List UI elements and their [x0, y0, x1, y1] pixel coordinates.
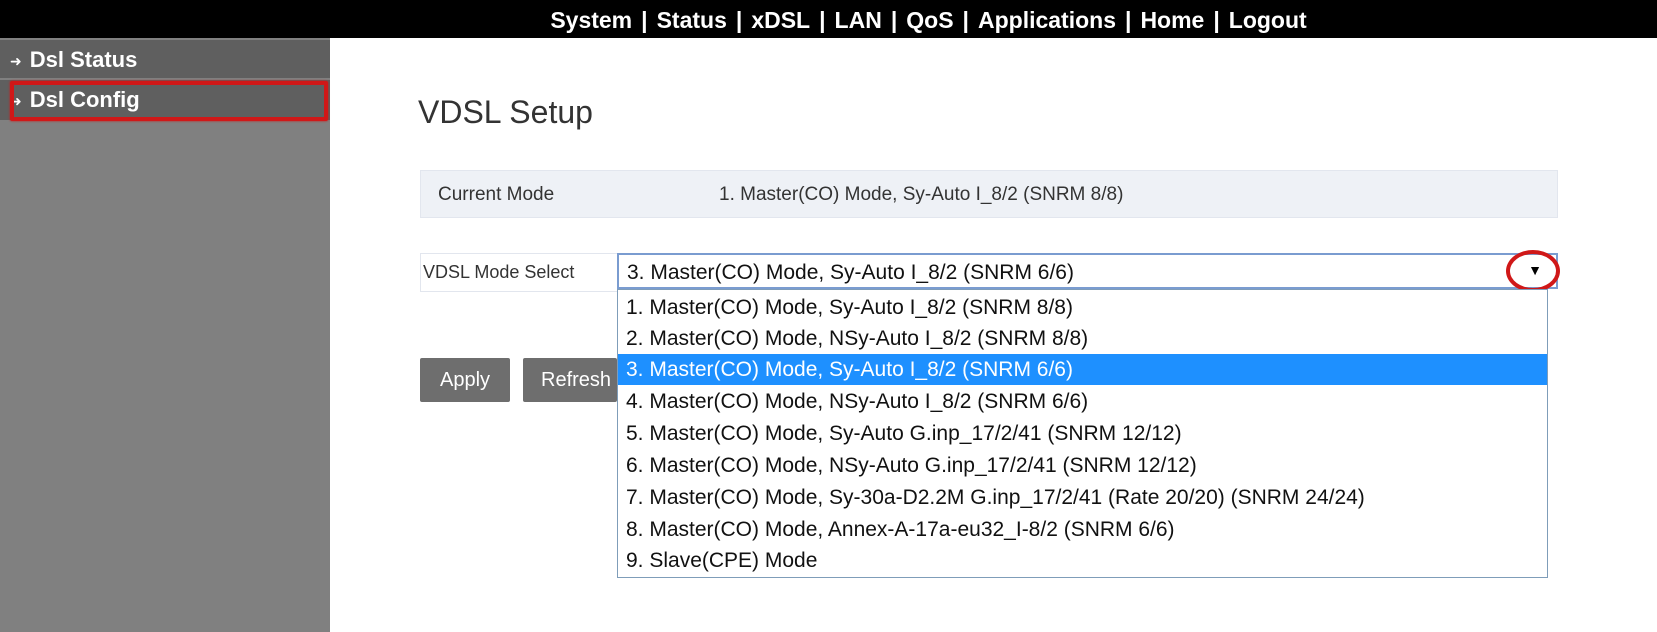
dropdown-option[interactable]: 8. Master(CO) Mode, Annex-A-17a-eu32_I-8…: [618, 514, 1547, 545]
nav-qos[interactable]: QoS: [906, 7, 953, 33]
nav-applications[interactable]: Applications: [978, 7, 1116, 33]
nav-xdsl[interactable]: xDSL: [751, 7, 810, 33]
current-mode-value: 1. Master(CO) Mode, Sy-Auto I_8/2 (SNRM …: [719, 184, 1124, 205]
dropdown-option-selected[interactable]: 3. Master(CO) Mode, Sy-Auto I_8/2 (SNRM …: [618, 354, 1547, 385]
dropdown-option[interactable]: 2. Master(CO) Mode, NSy-Auto I_8/2 (SNRM…: [618, 323, 1547, 354]
dropdown-option[interactable]: 1. Master(CO) Mode, Sy-Auto I_8/2 (SNRM …: [618, 292, 1547, 323]
nav-home[interactable]: Home: [1140, 7, 1204, 33]
highlight-box: [10, 81, 328, 121]
nav-separator: |: [890, 7, 898, 33]
mode-select-label-cell: VDSL Mode Select: [420, 253, 618, 292]
dropdown-option[interactable]: 4. Master(CO) Mode, NSy-Auto I_8/2 (SNRM…: [618, 386, 1547, 417]
nav-logout[interactable]: Logout: [1229, 7, 1307, 33]
nav-lan[interactable]: LAN: [835, 7, 882, 33]
right-arrow-icon: ➜: [10, 53, 22, 70]
mode-dropdown-list: 1. Master(CO) Mode, Sy-Auto I_8/2 (SNRM …: [617, 289, 1548, 578]
nav-status[interactable]: Status: [657, 7, 727, 33]
refresh-button[interactable]: Refresh: [523, 358, 617, 402]
nav-separator: |: [1213, 7, 1220, 33]
dropdown-option[interactable]: 6. Master(CO) Mode, NSy-Auto G.inp_17/2/…: [618, 450, 1547, 481]
vdsl-mode-select[interactable]: 3. Master(CO) Mode, Sy-Auto I_8/2 (SNRM …: [617, 253, 1558, 289]
current-mode-row: Current Mode 1. Master(CO) Mode, Sy-Auto…: [420, 170, 1558, 218]
nav-separator: |: [641, 7, 648, 33]
nav-separator: |: [962, 7, 969, 33]
apply-button[interactable]: Apply: [420, 358, 510, 402]
sidebar-item-label: Dsl Status: [29, 47, 138, 72]
nav-separator: |: [1125, 7, 1132, 33]
sidebar-item-dsl-status[interactable]: ➜ Dsl Status: [0, 40, 330, 78]
highlight-circle: [1506, 250, 1560, 292]
nav-separator: |: [735, 7, 743, 33]
nav-separator: |: [819, 7, 826, 33]
dropdown-option[interactable]: 9. Slave(CPE) Mode: [618, 545, 1547, 576]
nav-system[interactable]: System: [550, 7, 632, 33]
sidebar: ➜ Dsl Status ➜ Dsl Config: [0, 38, 330, 632]
mode-select-value: 3. Master(CO) Mode, Sy-Auto I_8/2 (SNRM …: [627, 261, 1074, 284]
page-title: VDSL Setup: [418, 94, 593, 130]
current-mode-label: Current Mode: [438, 184, 555, 205]
dropdown-option[interactable]: 5. Master(CO) Mode, Sy-Auto G.inp_17/2/4…: [618, 418, 1547, 449]
dropdown-option[interactable]: 7. Master(CO) Mode, Sy-30a-D2.2M G.inp_1…: [618, 482, 1547, 513]
top-nav-bar: System | Status | xDSL | LAN | QoS | Applications |…: [0, 0, 1657, 38]
top-nav-items: System | Status | xDSL | LAN | QoS | Applications |…: [550, 7, 1306, 33]
mode-select-label: VDSL Mode Select: [423, 262, 575, 282]
